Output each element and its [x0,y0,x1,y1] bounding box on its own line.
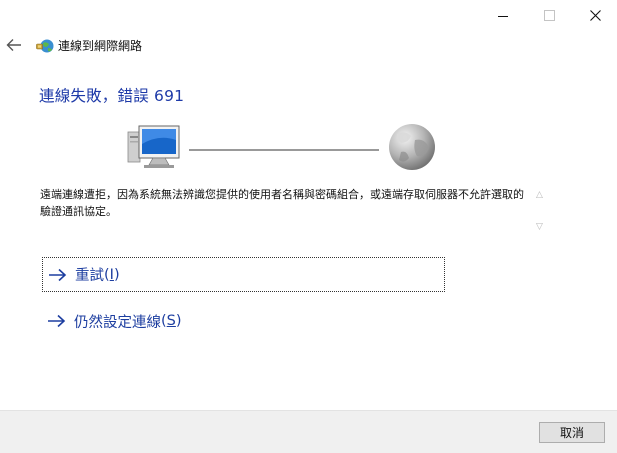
retry-label: 重試 [75,268,104,284]
setup-shortcut-close: ) [175,313,182,329]
maximize-button[interactable] [526,0,572,30]
right-arrow-icon [49,268,67,281]
scroll-down-icon[interactable]: ▽ [536,222,543,232]
close-icon [589,9,601,21]
retry-shortcut-close: ) [113,266,120,283]
minimize-icon [498,15,508,17]
setup-shortcut-key: S [166,313,176,329]
computer-icon [127,125,180,168]
setup-anyway-label: 仍然設定連線 [74,314,161,331]
network-connection-icon [36,38,54,54]
window-title: 連線到網際網路 [58,39,143,53]
dialog-footer: 取消 [0,410,617,453]
error-message: 遠端連線遭拒，因為系統無法辨識您提供的使用者名稱與密碼組合，或遠端存取伺服器不允… [40,188,524,218]
retry-link[interactable]: 重試(I) [42,257,445,292]
back-button[interactable] [6,36,26,54]
minimize-button[interactable] [480,0,526,30]
globe-icon [389,124,435,170]
scroll-up-icon[interactable]: △ [536,190,543,200]
setup-anyway-link[interactable]: 仍然設定連線(S) [47,309,182,333]
error-message-box: 遠端連線遭拒，因為系統無法辨識您提供的使用者名稱與密碼組合，或遠端存取伺服器不允… [40,186,548,238]
message-scrollbar[interactable]: △ ▽ [534,186,548,238]
error-heading: 連線失敗，錯誤 691 [39,87,185,105]
back-arrow-icon [6,39,21,51]
close-button[interactable] [572,0,617,30]
right-arrow-icon [48,314,66,328]
cancel-button[interactable]: 取消 [539,422,605,443]
connection-diagram [125,120,445,172]
maximize-icon [543,9,555,21]
